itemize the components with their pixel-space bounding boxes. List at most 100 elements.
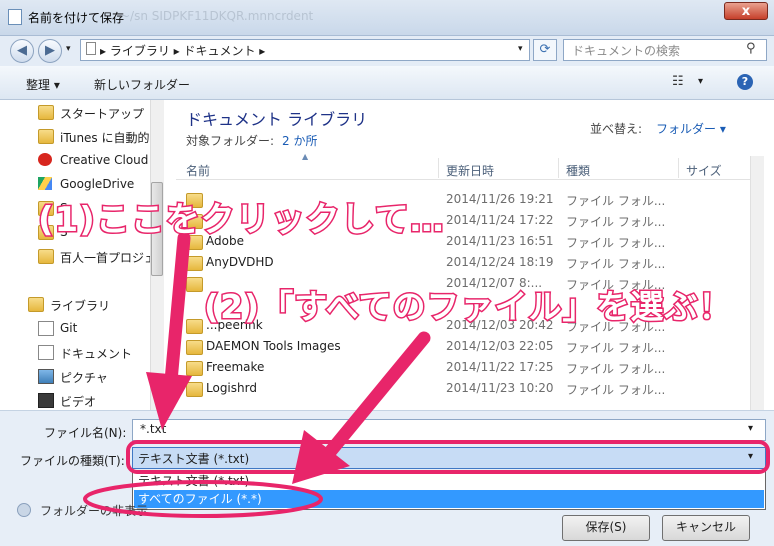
library-title: ドキュメント ライブラリ bbox=[186, 110, 368, 129]
nav-item-label: ピクチャ bbox=[60, 371, 108, 385]
forward-button[interactable]: ▶ bbox=[38, 39, 62, 63]
file-date: 2014/12/03 22:05 bbox=[446, 339, 554, 353]
new-folder-button[interactable]: 新しいフォルダー bbox=[94, 76, 190, 93]
refresh-icon: ⟳ bbox=[539, 42, 551, 57]
document-icon bbox=[38, 345, 54, 360]
creative-cloud-icon bbox=[38, 153, 52, 166]
file-type: ファイル フォル... bbox=[566, 236, 666, 250]
file-type: ファイル フォル... bbox=[566, 194, 666, 208]
collapse-icon[interactable] bbox=[17, 503, 31, 517]
library-locations-link[interactable]: 2 か所 bbox=[282, 132, 317, 149]
nav-item-library[interactable]: ライブラリ bbox=[10, 294, 150, 314]
close-button[interactable]: x bbox=[724, 2, 768, 20]
nav-item-label: 百人一首プロジェ bbox=[60, 251, 150, 265]
forward-arrow-icon: ▶ bbox=[45, 43, 55, 58]
search-placeholder: ドキュメントの検索 bbox=[572, 44, 681, 58]
list-item[interactable]: Logishrd 2014/11/23 10:20 ファイル フォル... bbox=[176, 378, 750, 399]
picture-icon bbox=[38, 369, 54, 384]
file-type: ファイル フォル... bbox=[566, 257, 666, 271]
history-dropdown-icon[interactable]: ▾ bbox=[66, 44, 71, 54]
annotation-step-2: (2)「すべてのファイル」を選ぶ！ bbox=[203, 286, 733, 328]
navigation-pane: スタートアップ iTunes に自動的 Creative Cloud Googl… bbox=[10, 100, 150, 410]
folder-icon bbox=[186, 382, 203, 397]
nav-item-videos[interactable]: ビデオ bbox=[10, 390, 150, 410]
google-drive-icon bbox=[38, 177, 52, 190]
nav-item-label: ビデオ bbox=[60, 395, 97, 409]
filetype-value[interactable]: テキスト文書 (*.txt) bbox=[138, 450, 249, 467]
list-item[interactable]: AnyDVDHD 2014/12/24 18:19 ファイル フォル... bbox=[176, 252, 750, 273]
file-date: 2014/12/24 18:19 bbox=[446, 255, 554, 269]
list-item[interactable]: DAEMON Tools Images 2014/12/03 22:05 ファイ… bbox=[176, 336, 750, 357]
filename-input[interactable] bbox=[132, 419, 766, 441]
folder-icon bbox=[38, 105, 54, 120]
folder-icon bbox=[186, 256, 203, 271]
file-date: 2014/11/22 17:25 bbox=[446, 360, 554, 374]
folder-icon bbox=[186, 361, 203, 376]
folder-icon bbox=[186, 340, 203, 355]
annotation-step-1: (1)ここをクリックして… bbox=[37, 199, 446, 242]
column-divider[interactable] bbox=[678, 158, 679, 178]
nav-item-pictures[interactable]: ピクチャ bbox=[10, 366, 150, 386]
window-title: 名前を付けて保存 bbox=[28, 11, 125, 25]
file-type: ファイル フォル... bbox=[566, 383, 666, 397]
file-type: ファイル フォル... bbox=[566, 215, 666, 229]
column-divider[interactable] bbox=[438, 158, 439, 178]
organize-button[interactable]: 整理 ▾ bbox=[26, 76, 60, 93]
folder-icon bbox=[186, 319, 203, 334]
list-item[interactable]: Freemake 2014/11/22 17:25 ファイル フォル... bbox=[176, 357, 750, 378]
nav-item-documents[interactable]: ドキュメント bbox=[10, 342, 150, 362]
filename-value[interactable]: *.txt bbox=[140, 422, 166, 436]
file-name: Logishrd bbox=[206, 381, 257, 395]
filetype-option-text[interactable]: テキスト文書 (*.txt) bbox=[134, 472, 764, 490]
file-type: ファイル フォル... bbox=[566, 341, 666, 355]
nav-item-label: ドキュメント bbox=[60, 347, 133, 361]
file-name: DAEMON Tools Images bbox=[206, 339, 341, 353]
file-list-scrollbar[interactable] bbox=[750, 156, 764, 410]
column-divider[interactable] bbox=[558, 158, 559, 178]
save-button[interactable]: 保存(S) bbox=[562, 515, 650, 541]
file-date: 2014/11/24 17:22 bbox=[446, 213, 554, 227]
git-icon bbox=[38, 321, 54, 336]
nav-item-label: ライブラリ bbox=[50, 299, 111, 313]
view-options-icon[interactable]: ☷ bbox=[672, 74, 684, 89]
address-dropdown-icon[interactable]: ▾ bbox=[518, 44, 523, 54]
filetype-option-all-files[interactable]: すべてのファイル (*.*) bbox=[134, 490, 764, 508]
document-icon bbox=[8, 9, 22, 25]
nav-item-creative-cloud[interactable]: Creative Cloud bbox=[10, 150, 150, 170]
library-icon bbox=[28, 297, 44, 312]
nav-item-googledrive[interactable]: GoogleDrive bbox=[10, 174, 150, 194]
nav-item-git[interactable]: Git bbox=[10, 318, 150, 338]
folder-icon bbox=[186, 277, 203, 292]
filename-label: ファイル名(N): bbox=[44, 426, 127, 440]
file-type: ファイル フォル... bbox=[566, 362, 666, 376]
search-icon[interactable]: ⚲ bbox=[746, 41, 756, 56]
nav-item-label: iTunes に自動的 bbox=[60, 131, 150, 145]
sort-dropdown[interactable]: フォルダー ▾ bbox=[656, 120, 726, 137]
hide-folders-button[interactable]: フォルダーの非表示 bbox=[40, 502, 148, 519]
video-icon bbox=[38, 393, 54, 408]
nav-item-startup[interactable]: スタートアップ bbox=[10, 102, 150, 122]
library-subtitle: 対象フォルダー: bbox=[186, 134, 275, 148]
column-header-size[interactable]: サイズ bbox=[686, 162, 722, 179]
column-header-name[interactable]: 名前 bbox=[186, 162, 210, 179]
column-header-date[interactable]: 更新日時 bbox=[446, 162, 494, 179]
nav-item-hyakunin[interactable]: 百人一首プロジェ bbox=[10, 246, 150, 266]
filename-dropdown-icon[interactable]: ▾ bbox=[748, 423, 753, 434]
sort-label: 並べ替え: bbox=[590, 122, 643, 136]
refresh-button[interactable]: ⟳ bbox=[533, 39, 557, 61]
nav-item-itunes[interactable]: iTunes に自動的 bbox=[10, 126, 150, 146]
filetype-dropdown-icon[interactable]: ▾ bbox=[748, 451, 753, 462]
back-button[interactable]: ◀ bbox=[10, 39, 34, 63]
cancel-button[interactable]: キャンセル bbox=[662, 515, 750, 541]
nav-item-label: Git bbox=[60, 321, 78, 335]
folder-icon bbox=[38, 129, 54, 144]
filetype-label: ファイルの種類(T): bbox=[20, 454, 125, 468]
column-header-type[interactable]: 種類 bbox=[566, 162, 590, 179]
file-date: 2014/11/23 16:51 bbox=[446, 234, 554, 248]
view-dropdown-icon[interactable]: ▾ bbox=[698, 76, 703, 87]
breadcrumb[interactable]: ▸ ライブラリ ▸ ドキュメント ▸ bbox=[100, 42, 265, 59]
help-button[interactable]: ? bbox=[737, 74, 753, 90]
blurred-title-text: ~/sn SIDPKF11DKQR.mnncrdent bbox=[120, 9, 314, 23]
folder-path-icon bbox=[86, 42, 96, 55]
file-date: 2014/11/23 10:20 bbox=[446, 381, 554, 395]
